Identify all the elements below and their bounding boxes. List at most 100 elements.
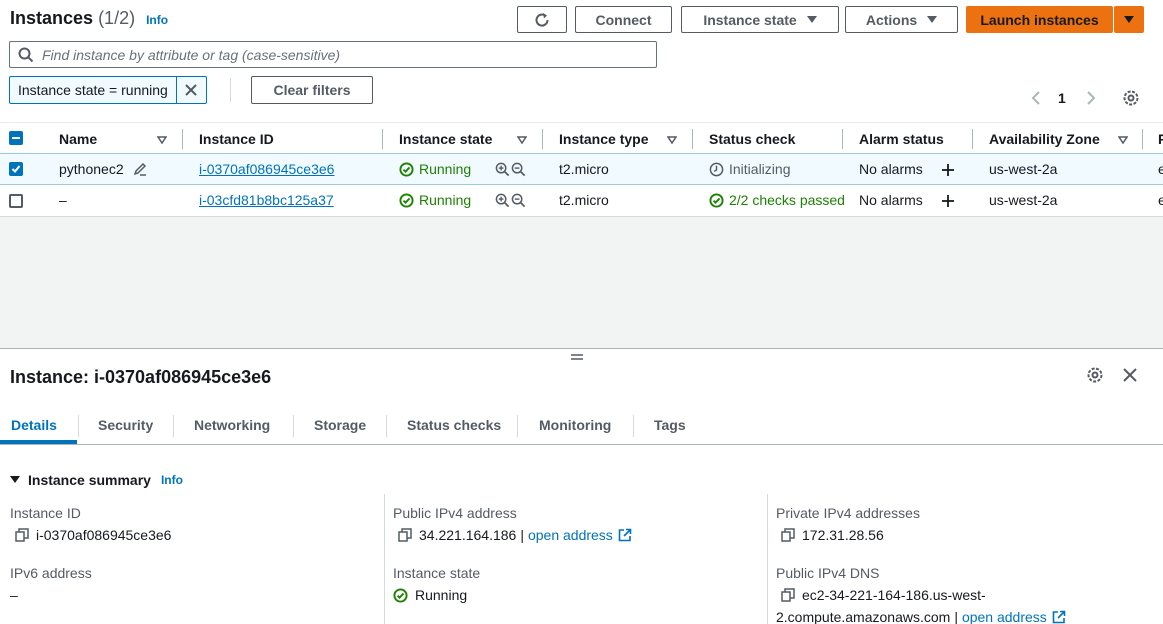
instance-id-label: Instance ID	[10, 505, 81, 521]
instance-summary-header[interactable]: Instance summary Info	[10, 472, 183, 488]
details-title: Instance: i-0370af086945ce3e6	[10, 367, 272, 387]
zoom-out-icon[interactable]	[511, 193, 526, 208]
tab-tags[interactable]: Tags	[654, 417, 686, 433]
public-dns-text-line1: ec2-34-221-164-186.us-west-	[802, 587, 986, 603]
public-dns-text-line2: 2.compute.amazonaws.com	[776, 609, 951, 624]
copy-icon[interactable]	[15, 528, 29, 542]
column-header-instance-state[interactable]: Instance state	[399, 131, 492, 147]
public-dns-value: ec2-34-221-164-186.us-west-	[781, 587, 986, 603]
tab-status-checks[interactable]: Status checks	[407, 417, 501, 433]
instance-state-value: Running	[393, 587, 467, 603]
column-divider[interactable]	[972, 129, 973, 149]
column-header-alarm-status[interactable]: Alarm status	[859, 131, 944, 147]
previous-page-button[interactable]	[1030, 90, 1042, 106]
column-header-status-check[interactable]: Status check	[709, 131, 795, 147]
instance-id-value: i-0370af086945ce3e6	[15, 527, 171, 543]
tab-security[interactable]: Security	[98, 417, 153, 433]
connect-button[interactable]: Connect	[575, 6, 672, 33]
search-icon	[18, 47, 34, 62]
tab-divider	[293, 415, 294, 437]
pencil-icon[interactable]	[132, 161, 148, 177]
sort-icon[interactable]	[1118, 136, 1128, 144]
gear-icon	[1123, 90, 1139, 106]
instance-id-link[interactable]: i-0370af086945ce3e6	[199, 161, 334, 177]
details-tabs: Details Security Networking Storage Stat…	[0, 408, 1163, 445]
next-page-button[interactable]	[1085, 90, 1097, 106]
resize-handle-icon[interactable]	[570, 353, 584, 361]
current-page[interactable]: 1	[1058, 90, 1066, 106]
open-address-link[interactable]: open address	[962, 609, 1047, 624]
close-details-button[interactable]	[1122, 367, 1138, 383]
copy-icon[interactable]	[398, 528, 412, 542]
tab-divider	[173, 415, 174, 437]
preferences-button[interactable]	[1122, 89, 1140, 107]
section-title: Instance summary	[28, 472, 151, 488]
tab-networking[interactable]: Networking	[194, 417, 270, 433]
launch-dropdown-button[interactable]	[1114, 6, 1144, 33]
search-bar[interactable]	[9, 41, 657, 68]
clock-icon	[709, 162, 724, 176]
copy-icon[interactable]	[781, 588, 795, 602]
instance-state-label: Instance state	[703, 11, 797, 28]
clear-filters-button[interactable]: Clear filters	[251, 76, 373, 104]
remove-filter-button[interactable]	[175, 77, 206, 103]
zoom-in-icon[interactable]	[495, 162, 510, 177]
table-row[interactable]: pythonec2 i-0370af086945ce3e6 Running t2…	[0, 153, 1163, 185]
sort-icon[interactable]	[667, 136, 677, 144]
instance-name: pythonec2	[59, 161, 124, 177]
search-input[interactable]	[42, 46, 622, 63]
section-info-link[interactable]: Info	[161, 473, 183, 487]
column-header-availability-zone[interactable]: Availability Zone	[989, 131, 1100, 147]
caret-down-icon	[806, 16, 817, 23]
table-header: Name Instance ID Instance state Instance…	[0, 122, 1163, 154]
public-ipv4-text: 34.221.164.186	[419, 527, 517, 543]
caret-down-icon	[927, 16, 938, 23]
zoom-in-icon[interactable]	[495, 193, 510, 208]
private-ipv4-label: Private IPv4 addresses	[776, 505, 920, 521]
details-preferences-button[interactable]	[1086, 366, 1104, 384]
actions-button[interactable]: Actions	[845, 6, 958, 33]
row-checkbox[interactable]	[9, 162, 23, 176]
cell-overflow: e	[1158, 192, 1163, 208]
public-ipv4-value: 34.221.164.186 | open address	[398, 527, 632, 543]
sort-icon[interactable]	[517, 136, 527, 144]
column-divider[interactable]	[382, 129, 383, 149]
ipv6-label: IPv6 address	[10, 565, 92, 581]
column-divider[interactable]	[1142, 129, 1143, 149]
column-divider[interactable]	[842, 129, 843, 149]
open-address-link[interactable]: open address	[528, 527, 613, 543]
divider	[230, 78, 231, 102]
add-alarm-icon[interactable]	[941, 163, 955, 177]
cell-name: –	[59, 192, 67, 208]
state-text: Running	[419, 161, 472, 177]
public-dns-label: Public IPv4 DNS	[776, 565, 880, 581]
tab-storage[interactable]: Storage	[314, 417, 366, 433]
zoom-out-icon[interactable]	[511, 162, 526, 177]
tab-details[interactable]: Details	[11, 417, 57, 433]
copy-icon[interactable]	[781, 528, 795, 542]
sort-icon[interactable]	[157, 136, 167, 144]
add-alarm-icon[interactable]	[941, 194, 955, 208]
column-header-instance-id[interactable]: Instance ID	[199, 131, 274, 147]
external-link-icon[interactable]	[618, 528, 632, 542]
column-header-name[interactable]: Name	[59, 131, 97, 147]
instance-id-link[interactable]: i-03cfd81b8bc125a37	[199, 192, 334, 208]
refresh-button[interactable]	[517, 6, 567, 33]
tab-monitoring[interactable]: Monitoring	[539, 417, 611, 433]
row-checkbox[interactable]	[9, 194, 23, 208]
indeterminate-icon	[12, 137, 20, 139]
select-all-checkbox[interactable]	[9, 131, 23, 145]
column-divider[interactable]	[692, 129, 693, 149]
table-row[interactable]: – i-03cfd81b8bc125a37 Running t2.micro 2…	[0, 185, 1163, 217]
column-header-instance-type[interactable]: Instance type	[559, 131, 648, 147]
cell-availability-zone: us-west-2a	[989, 192, 1058, 208]
info-link[interactable]: Info	[146, 13, 168, 27]
launch-instances-button[interactable]: Launch instances	[966, 6, 1113, 33]
column-divider[interactable]	[542, 129, 543, 149]
column-divider[interactable]	[182, 129, 183, 149]
caret-down-icon	[1124, 16, 1134, 23]
success-icon	[399, 161, 414, 177]
cell-status-check: Initializing	[709, 161, 790, 177]
instance-state-button[interactable]: Instance state	[681, 6, 839, 33]
external-link-icon[interactable]	[1052, 610, 1066, 624]
